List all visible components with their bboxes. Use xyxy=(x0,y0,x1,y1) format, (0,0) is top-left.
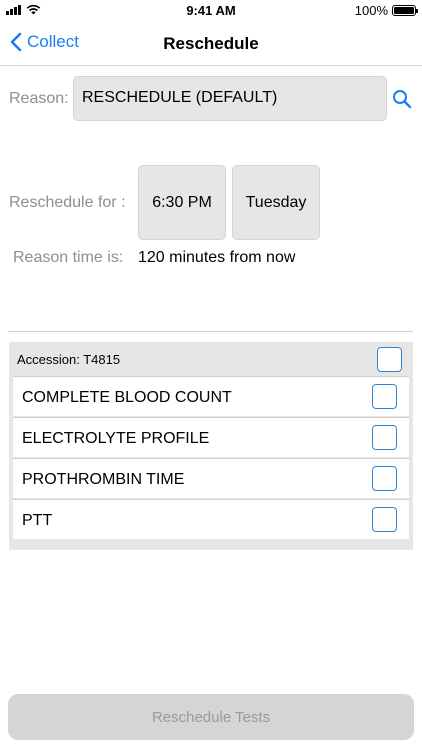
reason-field[interactable]: RESCHEDULE (DEFAULT) xyxy=(73,76,387,121)
page-title: Reschedule xyxy=(163,34,259,53)
test-name: COMPLETE BLOOD COUNT xyxy=(22,389,232,406)
test-row[interactable]: ELECTROLYTE PROFILE xyxy=(13,417,409,457)
reschedule-for-label: Reschedule for : xyxy=(9,194,126,211)
test-row[interactable]: COMPLETE BLOOD COUNT xyxy=(13,376,409,416)
reschedule-tests-button[interactable]: Reschedule Tests xyxy=(8,694,414,740)
search-icon[interactable] xyxy=(392,89,412,109)
test-checkbox[interactable] xyxy=(372,425,397,450)
reason-time-value: 120 minutes from now xyxy=(138,249,296,266)
test-checkbox[interactable] xyxy=(372,507,397,532)
section-divider xyxy=(8,331,413,332)
test-checkbox[interactable] xyxy=(372,466,397,491)
tests-panel: Accession: T4815 COMPLETE BLOOD COUNT EL… xyxy=(9,342,413,550)
test-row[interactable]: PTT xyxy=(13,499,409,539)
battery-percent: 100% xyxy=(354,3,388,18)
accession-header: Accession: T4815 xyxy=(9,342,413,376)
day-picker-button[interactable]: Tuesday xyxy=(232,165,320,240)
battery-icon xyxy=(392,5,418,16)
reason-label: Reason: xyxy=(9,90,69,107)
nav-bar: Collect Reschedule xyxy=(0,22,422,66)
test-row[interactable]: PROTHROMBIN TIME xyxy=(13,458,409,498)
status-right: 100% xyxy=(354,3,418,18)
test-name: PROTHROMBIN TIME xyxy=(22,471,185,488)
status-bar: 9:41 AM 100% xyxy=(0,0,422,22)
test-checkbox[interactable] xyxy=(372,384,397,409)
test-name: ELECTROLYTE PROFILE xyxy=(22,430,210,447)
accession-label: Accession: T4815 xyxy=(17,352,121,367)
test-name: PTT xyxy=(22,512,53,529)
accession-checkbox[interactable] xyxy=(377,347,402,372)
reason-time-label: Reason time is: xyxy=(13,249,124,266)
time-picker-button[interactable]: 6:30 PM xyxy=(138,165,226,240)
